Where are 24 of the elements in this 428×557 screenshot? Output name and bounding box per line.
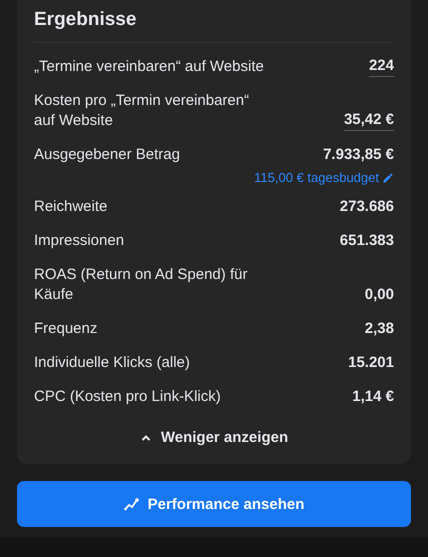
metric-value[interactable]: 224 (368, 56, 394, 77)
metric-label: ROAS (Return on Ad Spend) für Käufe (34, 265, 248, 305)
trend-icon (124, 497, 140, 511)
metric-label: Reichweite (34, 197, 108, 217)
metric-value: 1,14 € (352, 387, 394, 407)
metric-label: Kosten pro „Termin vereinbaren“ auf Website (34, 91, 250, 131)
metric-label: Frequenz (34, 319, 98, 339)
pencil-icon[interactable] (382, 172, 394, 184)
metric-value[interactable]: 35,42 € (344, 110, 394, 131)
metric-value: 273.686 (340, 197, 394, 217)
metric-value: 651.383 (340, 231, 394, 251)
view-performance-button[interactable]: Performance ansehen (17, 481, 411, 527)
show-less-button[interactable]: Weniger anzeigen (130, 423, 298, 452)
metric-value: 0,00 (364, 285, 394, 305)
section-title: Ergebnisse (34, 8, 138, 32)
metric-label: Impressionen (34, 231, 124, 251)
metric-label: Ausgegebener Betrag (34, 145, 180, 165)
metric-value: 2,38 (364, 319, 394, 339)
metric-label: Individuelle Klicks (alle) (34, 353, 190, 373)
metric-value: 15.201 (348, 353, 394, 373)
metric-label: „Termine vereinbaren“ auf Website (34, 57, 264, 77)
metric-value: 7.933,85 € (323, 145, 394, 165)
metric-label: CPC (Kosten pro Link-Klick) (34, 387, 221, 407)
daily-budget-link[interactable]: 115,00 € tagesbudget (254, 170, 379, 185)
